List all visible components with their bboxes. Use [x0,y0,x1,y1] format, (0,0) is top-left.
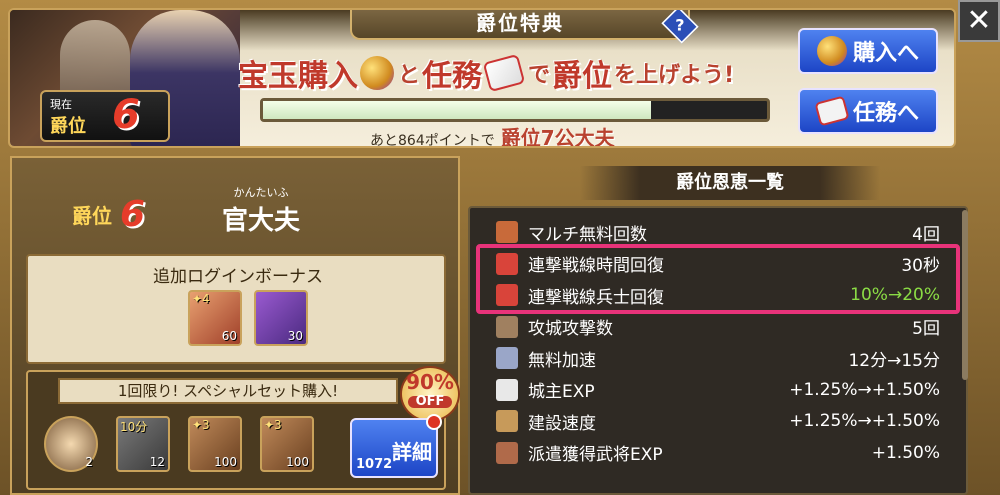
dialog-frame: 爵位特典 ? 宝玉購入 と 任務 で 爵位 を上げよう! 現在 爵位 6 あと8… [0,0,1000,495]
headline-text-2: と [398,63,421,88]
speedup-icon[interactable]: 10分 12 [116,416,170,472]
scroll-icon [496,221,518,243]
benefit-value: 5回 [912,319,940,339]
benefit-value: 30秒 [901,256,940,276]
item-count: 2 [85,455,93,469]
gem-icon [360,56,394,90]
rank-detail-panel: 爵位 6 かんたいふ 官大夫 追加ログインボーナス ✦4 60 30 1回限り!… [10,156,460,495]
benefit-name: マルチ無料回数 [528,224,647,245]
benefit-row: 派遣獲得武将EXP +1.50% [476,437,952,469]
scroll-icon [482,53,526,93]
points-remaining-text: あと864ポイントで [370,133,495,148]
current-rank-badge: 現在 爵位 6 [40,90,170,142]
benefit-value: 4回 [912,224,940,245]
mission-button[interactable]: 任務へ [798,88,938,134]
rank-display: 爵位 6 [72,194,145,235]
next-rank-text: 爵位7公大夫 [500,126,615,148]
gem-icon [816,36,847,66]
progress-caption: あと864ポイントで 爵位7公大夫 [370,122,615,148]
meat-icon[interactable]: ✦4 60 [188,290,242,346]
hourglass-icon [496,347,518,369]
benefit-name: 城主EXP [528,382,595,402]
rank-number: 6 [112,92,140,138]
progress-fill [263,101,652,119]
benefit-row: 連撃戦線兵士回復 10%→20% [476,279,952,311]
battering-ram-icon [496,315,518,338]
rank-label: 爵位 [50,116,86,137]
headline-text-1: 宝玉購入 [238,59,358,94]
benefit-row: 連撃戦線時間回復 30秒 [476,248,952,280]
benefits-list[interactable]: マルチ無料回数 4回連撃戦線時間回復 30秒連撃戦線兵士回復 10%→20% 攻城攻撃数… [468,206,968,495]
detail-button[interactable]: 詳細 1072 [350,414,442,478]
item-count: 100 [286,455,309,469]
detail-quantity: 1072 [356,457,393,472]
benefit-value: 10%→20% [850,285,940,305]
benefit-name: 連撃戦線兵士回復 [528,287,664,308]
item-count: 30 [287,329,303,343]
login-bonus-title: 追加ログインボーナス [153,267,323,287]
treasure-chest-icon[interactable]: 30 [254,290,308,346]
benefit-value: +1.25%→+1.50% [789,411,940,431]
rank-name: かんたいふ 官大夫 [222,184,300,237]
mission-button-label: 任務へ [852,101,919,126]
benefit-row: 無料加速 12分→15分 [476,342,952,374]
login-bonus-box: 追加ログインボーナス ✦4 60 30 [26,254,446,364]
notification-badge-icon [426,414,442,430]
benefits-title: 爵位恩恵一覧 [580,166,880,200]
benefit-name: 攻城攻撃数 [528,319,613,339]
benefit-row: マルチ無料回数 4回 [476,216,952,248]
benefit-name: 建設速度 [528,413,596,434]
benefits-scrollbar[interactable] [962,210,968,380]
general-portrait-icon[interactable]: 2 [44,416,98,472]
discount-off-label: OFF [408,395,452,408]
benefit-row: 攻城攻撃数 5回 [476,311,952,343]
hammer-silver-icon[interactable]: ✦3 100 [188,416,242,472]
benefit-row: 建設速度 +1.25%→+1.50% [476,405,952,437]
item-count: 60 [221,329,237,343]
special-set-box: 1回限り! スペシャルセット購入! 90% OFF 2 10分 12 ✦3 10… [26,366,460,490]
discount-percent: 90% [406,370,454,394]
benefit-value: +1.25%→+1.50% [789,379,940,400]
rank-progress-bar [260,98,770,122]
crossed-swords-icon [496,252,518,275]
benefit-value: +1.50% [871,442,940,463]
benefit-name: 無料加速 [528,350,596,371]
rank-name-text: 官大夫 [222,206,301,236]
special-set-banner: 1回限り! スペシャルセット購入! [58,378,398,404]
hammer-iron-icon[interactable]: ✦3 100 [260,416,314,472]
dispatch-icon [496,441,518,464]
purchase-button[interactable]: 購入へ [798,28,938,74]
item-count: 100 [214,455,237,469]
crossed-swords-icon [496,284,518,306]
close-button[interactable]: ✕ [958,0,1000,42]
detail-button-label: 詳細 [392,440,432,464]
current-label: 現在 [50,98,72,111]
person-icon [496,378,518,401]
rank-number: 6 [120,194,146,235]
benefit-row: 城主EXP +1.25%→+1.50% [476,374,952,406]
headline-text-4: で [528,63,551,88]
item-count: 12 [149,455,165,469]
construction-icon [496,410,518,432]
rank-name-ruby: かんたいふ [233,186,289,199]
dialog-title: 爵位特典 [350,10,690,40]
rank-label: 爵位 [72,204,112,228]
headline-text-5: 爵位 [552,59,613,94]
headline-text-3: 任務 [422,59,483,94]
benefit-value: 12分→15分 [848,350,940,371]
headline: 宝玉購入 と 任務 で 爵位 を上げよう! [238,50,798,96]
benefit-name: 連撃戦線時間回復 [528,256,664,276]
benefit-name: 派遣獲得武将EXP [528,445,663,465]
purchase-button-label: 購入へ [852,41,919,66]
scroll-icon [814,95,850,127]
headline-text-6: を上げよう! [614,63,735,88]
